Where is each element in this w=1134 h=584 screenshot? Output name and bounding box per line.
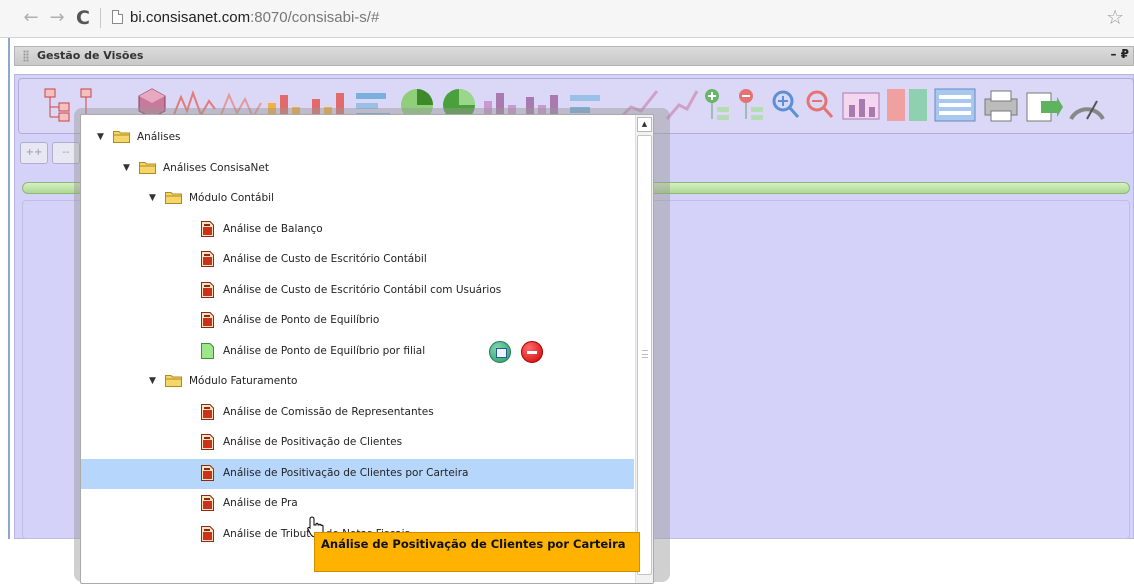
tree-structure-icon[interactable] — [43, 87, 77, 123]
address-bar[interactable]: bi.consisanet.com:8070/consisabi-s/# — [130, 9, 379, 26]
report-document-icon — [201, 495, 214, 511]
report-document-icon — [201, 221, 214, 237]
browser-toolbar: ← → C bi.consisanet.com:8070/consisabi-s… — [0, 0, 1134, 38]
delete-icon[interactable] — [521, 341, 543, 363]
report-document-icon — [201, 282, 214, 298]
tree-item-label: Análise de Pra — [223, 497, 298, 509]
tree-item-row[interactable]: Análise de Ponto de Equilíbrio — [81, 306, 634, 336]
report-document-icon — [201, 251, 214, 267]
gauge-icon[interactable] — [1067, 87, 1107, 123]
report-document-icon — [201, 312, 214, 328]
left-border — [8, 38, 10, 539]
scroll-grip-icon — [642, 350, 648, 358]
folder-icon — [165, 192, 182, 204]
tree-item-label: Módulo Faturamento — [189, 375, 298, 387]
tree-item-row[interactable]: Análise de Comissão de Representantes — [81, 398, 634, 428]
folder-icon — [165, 375, 182, 387]
tree-item-row[interactable]: Análise de Pra — [81, 489, 634, 519]
tree-item-label: Análise de Positivação de Clientes — [223, 436, 403, 448]
expand-arrow-icon[interactable]: ▼ — [123, 163, 130, 173]
tree-item-label: Análise de Comissão de Representantes — [223, 406, 434, 418]
report-document-icon — [201, 404, 214, 420]
url-path: :8070/consisabi-s/# — [250, 9, 380, 26]
tree-item-row[interactable]: Análise de Ponto de Equilíbrio por filia… — [81, 337, 634, 367]
page-icon — [112, 10, 123, 24]
zoom-out-icon[interactable] — [805, 87, 835, 123]
analysis-tree-dropdown: ▼ Análises ▼ Análises ConsisaNet ▼ Módulo Con… — [80, 114, 654, 584]
tree-item-label: Análise de Positivação de Clientes por C… — [223, 467, 469, 479]
report-document-icon — [201, 434, 214, 450]
tree-item-row[interactable]: Análise de Custo de Escritório Contábil … — [81, 276, 634, 306]
tree-item-row[interactable]: Análise de Positivação de Clientes — [81, 428, 634, 458]
add-node-icon[interactable] — [703, 87, 733, 123]
tree-item-label: Análises ConsisaNet — [163, 162, 269, 174]
list-panel-icon[interactable] — [933, 87, 977, 123]
table-chart-icon[interactable] — [841, 87, 881, 123]
app-area: Gestão de Visões – ₽ ++ -- ▼ Análises ▼ … — [0, 38, 1134, 584]
expand-arrow-icon[interactable]: ▼ — [149, 193, 156, 203]
scroll-thumb[interactable] — [637, 135, 652, 575]
report-document-icon — [201, 465, 214, 481]
tree-item-label: Análise de Custo de Escritório Contábil … — [223, 284, 502, 296]
zoom-in-icon[interactable] — [771, 87, 801, 123]
tree-folder-row[interactable]: ▼ Análises ConsisaNet — [81, 154, 634, 184]
tree-item-label: Análises — [137, 131, 181, 143]
reload-icon[interactable]: C — [72, 7, 94, 29]
divider — [100, 8, 101, 28]
tree-item-label: Análise de Ponto de Equilíbrio — [223, 314, 380, 326]
report-document-icon — [201, 526, 214, 542]
grip-icon[interactable] — [23, 50, 29, 62]
tooltip: Análise de Positivação de Clientes por C… — [314, 532, 640, 572]
tree-item-label: Análise de Ponto de Equilíbrio por filia… — [223, 345, 426, 357]
tree-item-row[interactable]: Análise de Positivação de Clientes por C… — [81, 459, 634, 489]
tree-item-label: Análise de Custo de Escritório Contábil — [223, 253, 427, 265]
panel-title: Gestão de Visões — [37, 49, 144, 62]
expand-arrow-icon[interactable]: ▼ — [97, 132, 104, 142]
print-icon[interactable] — [981, 87, 1021, 123]
expand-all-button[interactable]: ++ — [20, 142, 48, 164]
url-host: bi.consisanet.com — [130, 9, 251, 26]
tree-item-label: Módulo Contábil — [189, 192, 274, 204]
grid-icon[interactable] — [885, 87, 929, 123]
scroll-up-arrow-icon[interactable]: ▲ — [637, 117, 652, 132]
bookmark-star-icon[interactable]: ☆ — [1106, 5, 1124, 29]
edit-icon[interactable] — [489, 341, 511, 363]
tree-folder-row[interactable]: ▼ Análises — [81, 123, 634, 153]
trend-line-icon[interactable] — [665, 87, 699, 123]
scrollbar[interactable]: ▲ — [635, 115, 653, 583]
export-icon[interactable] — [1023, 87, 1063, 123]
remove-node-icon[interactable] — [737, 87, 767, 123]
folder-icon — [113, 131, 130, 143]
forward-arrow-icon[interactable]: → — [46, 7, 68, 29]
tree-item-label: Análise de Balanço — [223, 223, 323, 235]
new-document-icon — [201, 343, 214, 359]
panel-titlebar: Gestão de Visões – ₽ — [14, 46, 1134, 66]
tree-folder-row[interactable]: ▼ Módulo Faturamento — [81, 367, 634, 397]
tree-item-row[interactable]: Análise de Balanço — [81, 215, 634, 245]
back-arrow-icon[interactable]: ← — [20, 7, 42, 29]
expand-arrow-icon[interactable]: ▼ — [149, 376, 156, 386]
window-controls[interactable]: – ₽ — [1110, 47, 1129, 61]
tree-folder-row[interactable]: ▼ Módulo Contábil — [81, 184, 634, 214]
folder-icon — [139, 162, 156, 174]
tree-item-row[interactable]: Análise de Custo de Escritório Contábil — [81, 245, 634, 275]
